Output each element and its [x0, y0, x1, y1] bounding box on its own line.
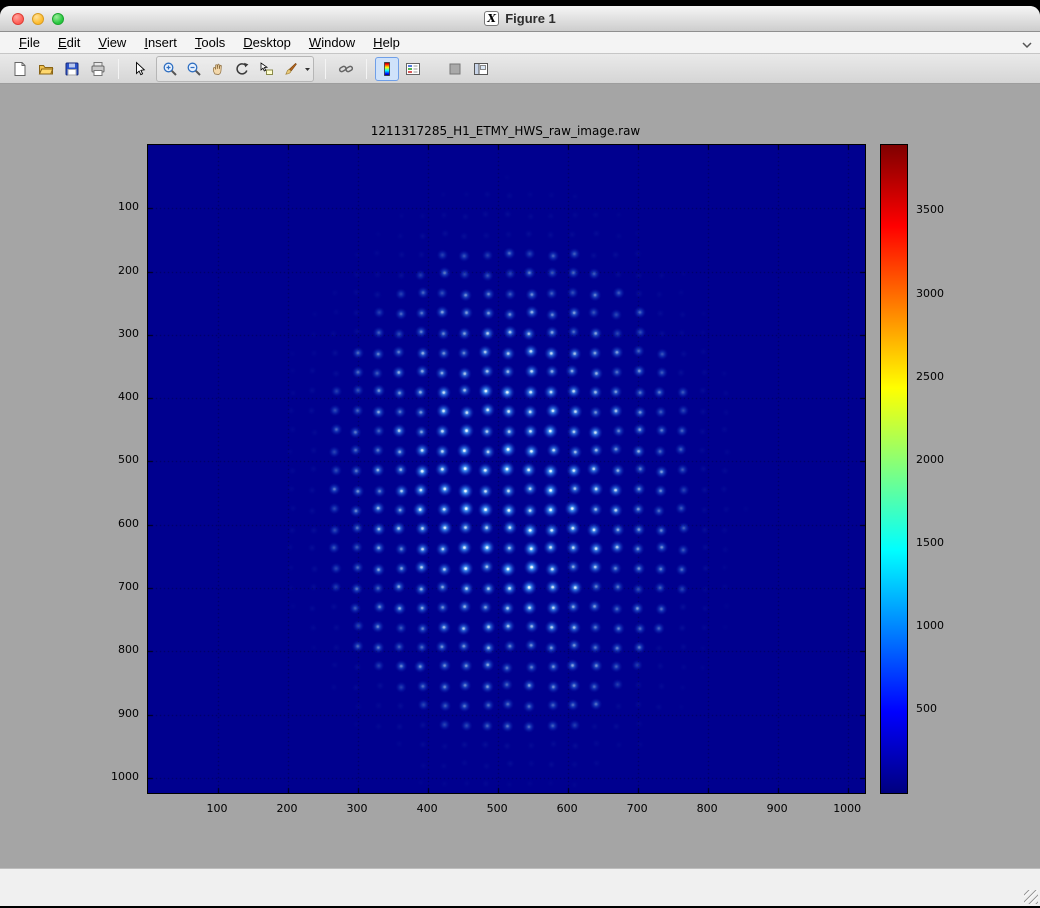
- x-tick-label: 200: [265, 802, 309, 815]
- window-title: Figure 1: [505, 11, 556, 26]
- menu-desktop[interactable]: Desktop: [234, 33, 300, 52]
- menu-file[interactable]: File: [10, 33, 49, 52]
- y-tick-label: 700: [91, 580, 139, 593]
- link-plot-button[interactable]: [334, 57, 358, 81]
- colorbar-tick-label: 1500: [916, 536, 966, 549]
- y-tick-label: 200: [91, 264, 139, 277]
- x-tick-label: 300: [335, 802, 379, 815]
- colorbar-tick-label: 500: [916, 702, 966, 715]
- window-title-group: X Figure 1: [484, 11, 556, 26]
- menu-edit[interactable]: Edit: [49, 33, 89, 52]
- colorbar-tick-label: 2500: [916, 370, 966, 383]
- menu-view[interactable]: View: [89, 33, 135, 52]
- status-bar: [0, 868, 1040, 906]
- plot-title: 1211317285_H1_ETMY_HWS_raw_image.raw: [147, 124, 864, 138]
- menu-bar: FileEditViewInsertToolsDesktopWindowHelp: [0, 32, 1040, 54]
- figure-window: X Figure 1 FileEditViewInsertToolsDeskto…: [0, 6, 1040, 906]
- title-bar[interactable]: X Figure 1: [0, 6, 1040, 32]
- y-tick-label: 100: [91, 200, 139, 213]
- zoom-out-button[interactable]: [182, 57, 206, 81]
- y-tick-label: 400: [91, 390, 139, 403]
- brush-dropdown-caret[interactable]: [302, 57, 312, 81]
- resize-grip[interactable]: [1024, 890, 1038, 904]
- menu-help[interactable]: Help: [364, 33, 409, 52]
- x-tick-label: 500: [475, 802, 519, 815]
- figure-canvas-area: 1211317285_H1_ETMY_HWS_raw_image.raw 100…: [0, 84, 1040, 868]
- x11-icon: X: [484, 11, 499, 26]
- window-controls: [12, 13, 64, 25]
- zoom-in-button[interactable]: [158, 57, 182, 81]
- hartmann-spot-image[interactable]: [148, 145, 865, 793]
- new-figure-button[interactable]: [8, 57, 32, 81]
- toolbar-separator: [118, 59, 119, 79]
- zoom-button[interactable]: [52, 13, 64, 25]
- x-tick-label: 600: [545, 802, 589, 815]
- x-tick-label: 1000: [825, 802, 869, 815]
- x-tick-label: 100: [195, 802, 239, 815]
- colorbar: [880, 144, 908, 794]
- y-tick-label: 900: [91, 707, 139, 720]
- x-tick-label: 400: [405, 802, 449, 815]
- menu-tools[interactable]: Tools: [186, 33, 234, 52]
- save-figure-button[interactable]: [60, 57, 84, 81]
- figure-toolbar: [0, 54, 1040, 84]
- open-file-button[interactable]: [34, 57, 58, 81]
- x-tick-label: 700: [615, 802, 659, 815]
- brush-data-button[interactable]: [278, 57, 302, 81]
- y-tick-label: 600: [91, 517, 139, 530]
- colorbar-tick-label: 1000: [916, 619, 966, 632]
- hide-plot-tools-button[interactable]: [443, 57, 467, 81]
- rotate-3d-button[interactable]: [230, 57, 254, 81]
- insert-colorbar-button[interactable]: [375, 57, 399, 81]
- colorbar-tick-label: 3000: [916, 287, 966, 300]
- x-tick-label: 800: [685, 802, 729, 815]
- x-tick-label: 900: [755, 802, 799, 815]
- minimize-button[interactable]: [32, 13, 44, 25]
- toolbar-separator: [366, 59, 367, 79]
- menubar-overflow-chevron[interactable]: [1022, 38, 1032, 53]
- print-figure-button[interactable]: [86, 57, 110, 81]
- plot-axes: [147, 144, 866, 794]
- y-tick-label: 300: [91, 327, 139, 340]
- menu-window[interactable]: Window: [300, 33, 364, 52]
- close-button[interactable]: [12, 13, 24, 25]
- insert-legend-button[interactable]: [401, 57, 425, 81]
- y-tick-label: 500: [91, 453, 139, 466]
- edit-plot-button[interactable]: [127, 57, 151, 81]
- y-tick-label: 800: [91, 643, 139, 656]
- colorbar-tick-label: 3500: [916, 203, 966, 216]
- menu-insert[interactable]: Insert: [135, 33, 186, 52]
- pan-button[interactable]: [206, 57, 230, 81]
- colorbar-tick-label: 2000: [916, 453, 966, 466]
- toolbar-separator: [325, 59, 326, 79]
- plot-tools-group: [156, 56, 314, 82]
- show-plot-tools-button[interactable]: [469, 57, 493, 81]
- y-tick-label: 1000: [91, 770, 139, 783]
- data-cursor-button[interactable]: [254, 57, 278, 81]
